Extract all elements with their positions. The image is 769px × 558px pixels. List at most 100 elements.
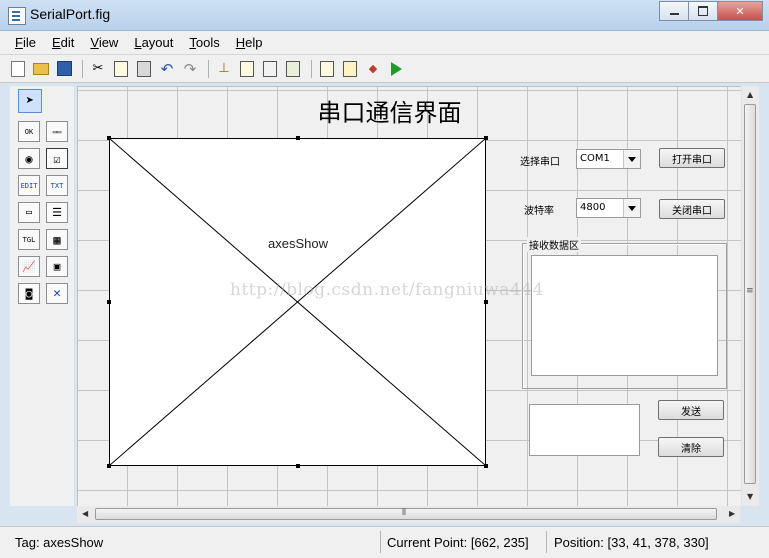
toolbar: ✂ ↶ ↷ ⊥ ◆ — [0, 55, 769, 83]
chevron-down-icon[interactable] — [623, 199, 640, 217]
title-bar: SerialPort.fig ✕ — [0, 0, 769, 31]
scroll-up-icon[interactable]: ▲ — [747, 90, 753, 99]
menu-tools[interactable]: Tools — [182, 35, 226, 50]
close-port-button[interactable]: 关闭串口 — [659, 199, 725, 219]
object-browser-button[interactable]: ◆ — [363, 59, 383, 79]
object-browser-icon: ◆ — [368, 62, 378, 75]
editor-button[interactable] — [317, 59, 337, 79]
open-folder-icon — [33, 62, 49, 75]
resize-handle[interactable] — [107, 300, 111, 304]
scissors-icon: ✂ — [92, 61, 104, 76]
status-divider — [380, 531, 381, 553]
button-group-tool[interactable]: ◙ — [18, 283, 40, 304]
button-group-icon: ◙ — [25, 287, 33, 300]
panel-tool[interactable]: ▣ — [46, 256, 68, 277]
checkbox-tool[interactable]: ☑ — [46, 148, 68, 169]
toolbar-editor-button[interactable] — [283, 59, 303, 79]
resize-handle[interactable] — [484, 136, 488, 140]
align-icon: ⊥ — [218, 61, 230, 76]
pushbutton-tool[interactable]: OK — [18, 121, 40, 142]
status-tag: Tag: axesShow — [15, 535, 104, 550]
gui-title-text: 串口通信界面 — [317, 99, 462, 127]
save-icon — [56, 61, 72, 76]
resize-handle[interactable] — [296, 464, 300, 468]
m-file-editor-icon — [320, 60, 334, 77]
status-position: Position: [33, 41, 378, 330] — [554, 535, 709, 550]
run-figure-button[interactable] — [386, 59, 406, 79]
menu-editor-button[interactable] — [237, 59, 257, 79]
new-file-icon — [11, 60, 25, 77]
baud-select-value: 4800 — [580, 202, 606, 213]
send-text-area[interactable] — [529, 404, 640, 456]
save-button[interactable] — [54, 59, 74, 79]
horizontal-scrollbar[interactable]: ◀ ⦀ ▶ — [77, 506, 740, 523]
resize-handle[interactable] — [107, 464, 111, 468]
chevron-down-icon[interactable] — [623, 150, 640, 168]
axes-show[interactable] — [109, 138, 486, 466]
paste-button[interactable] — [134, 59, 154, 79]
tab-order-icon — [263, 60, 277, 77]
receive-text-area[interactable] — [531, 255, 718, 376]
toggle-icon: TGL — [22, 235, 36, 244]
new-file-button[interactable] — [8, 59, 28, 79]
status-bar: Tag: axesShow Current Point: [662, 235] … — [0, 526, 769, 558]
port-select-value: COM1 — [580, 153, 610, 164]
window-title: SerialPort.fig — [30, 6, 111, 22]
vertical-scrollbar[interactable]: ▲ ≡ ▼ — [742, 86, 759, 506]
copy-button[interactable] — [111, 59, 131, 79]
window-controls: ✕ — [659, 1, 763, 21]
select-tool-button[interactable]: ➤ — [18, 89, 42, 113]
baud-select[interactable]: 4800 — [576, 198, 641, 218]
scroll-right-icon[interactable]: ▶ — [729, 509, 735, 518]
tab-order-button[interactable] — [260, 59, 280, 79]
static-text-tool[interactable]: TXT — [46, 175, 68, 196]
toolbar-editor-icon — [286, 60, 300, 77]
resize-handle[interactable] — [484, 300, 488, 304]
scroll-left-icon[interactable]: ◀ — [82, 509, 88, 518]
panel-icon: ▣ — [53, 260, 61, 273]
axes-tool[interactable]: 📈 — [18, 256, 40, 277]
clear-button[interactable]: 清除 — [658, 437, 724, 457]
edit-text-tool[interactable]: EDIT — [18, 175, 40, 196]
open-port-button[interactable]: 打开串口 — [659, 148, 725, 168]
toggle-button-tool[interactable]: TGL — [18, 229, 40, 250]
send-button[interactable]: 发送 — [658, 400, 724, 420]
popup-menu-tool[interactable]: ▭ — [18, 202, 40, 223]
table-tool[interactable]: ▦ — [46, 229, 68, 250]
axes-placeholder-cross — [110, 139, 485, 465]
radiobutton-tool[interactable]: ◉ — [18, 148, 40, 169]
horizontal-scroll-thumb[interactable] — [95, 508, 717, 520]
menu-help[interactable]: Help — [229, 35, 270, 50]
menu-edit[interactable]: Edit — [45, 35, 81, 50]
menu-view[interactable]: View — [83, 35, 125, 50]
redo-button[interactable]: ↷ — [180, 59, 200, 79]
menu-file[interactable]: File — [8, 35, 43, 50]
scroll-down-icon[interactable]: ▼ — [747, 492, 753, 501]
copy-icon — [114, 60, 128, 77]
slider-icon: ▭▭ — [52, 127, 62, 136]
resize-handle[interactable] — [484, 464, 488, 468]
resize-handle[interactable] — [107, 136, 111, 140]
listbox-tool[interactable]: ☰ — [46, 202, 68, 223]
slider-tool[interactable]: ▭▭ — [46, 121, 68, 142]
close-button[interactable]: ✕ — [717, 1, 763, 21]
maximize-button[interactable] — [688, 1, 718, 21]
activex-tool[interactable]: ✕ — [46, 283, 68, 304]
minimize-button[interactable] — [659, 1, 689, 21]
axes-tag-label: axesShow — [268, 236, 328, 251]
table-icon: ▦ — [53, 232, 61, 247]
align-button[interactable]: ⊥ — [214, 59, 234, 79]
property-inspector-button[interactable] — [340, 59, 360, 79]
cut-button[interactable]: ✂ — [88, 59, 108, 79]
baud-label: 波特率 — [524, 206, 554, 217]
open-file-button[interactable] — [31, 59, 51, 79]
paste-icon — [137, 60, 151, 77]
toolbar-separator — [82, 59, 83, 78]
run-icon — [390, 61, 402, 76]
menu-layout[interactable]: Layout — [127, 35, 180, 50]
port-select[interactable]: COM1 — [576, 149, 641, 169]
menu-bar: File Edit View Layout Tools Help — [0, 31, 769, 55]
undo-button[interactable]: ↶ — [157, 59, 177, 79]
static-text-icon: TXT — [50, 181, 64, 190]
resize-handle[interactable] — [296, 136, 300, 140]
